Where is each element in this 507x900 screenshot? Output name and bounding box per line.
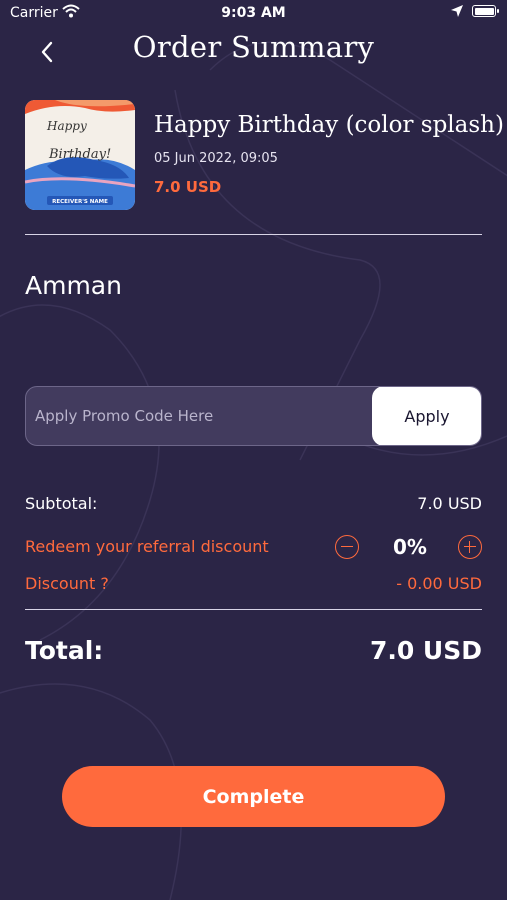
status-time: 9:03 AM [221, 5, 286, 21]
plus-circle-icon[interactable] [458, 535, 482, 559]
battery-icon [472, 5, 499, 17]
product-date: 05 Jun 2022, 09:05 [154, 151, 278, 166]
discount-label[interactable]: Discount ? [25, 574, 109, 593]
product-price: 7.0 USD [154, 178, 222, 196]
subtotal-value: 7.0 USD [417, 494, 482, 513]
city-name: Amman [25, 271, 122, 300]
product-thumbnail: Happy Birthday! RECEIVER'S NAME [25, 100, 135, 210]
total-value: 7.0 USD [369, 636, 482, 665]
divider [25, 234, 482, 235]
referral-discount-label: Redeem your referral discount [25, 537, 269, 556]
card-text-birthday: Birthday! [48, 147, 111, 162]
card-receiver-banner: RECEIVER'S NAME [52, 199, 108, 205]
card-text-happy: Happy [46, 119, 87, 133]
minus-circle-icon[interactable] [335, 535, 359, 559]
apply-button[interactable]: Apply [372, 387, 481, 445]
total-label: Total: [25, 636, 104, 665]
promo-code-input[interactable] [26, 387, 374, 445]
subtotal-label: Subtotal: [25, 494, 98, 513]
divider [25, 609, 482, 610]
page-title: Order Summary [132, 30, 375, 64]
discount-value: - 0.00 USD [396, 574, 482, 593]
status-bar: Carrier 9:03 AM [0, 0, 507, 28]
referral-percent: 0% [393, 535, 427, 559]
product-name: Happy Birthday (color splash) [154, 112, 504, 138]
location-arrow-icon [451, 5, 463, 17]
complete-button[interactable]: Complete [62, 766, 445, 827]
promo-code-bar: Apply [25, 386, 482, 446]
